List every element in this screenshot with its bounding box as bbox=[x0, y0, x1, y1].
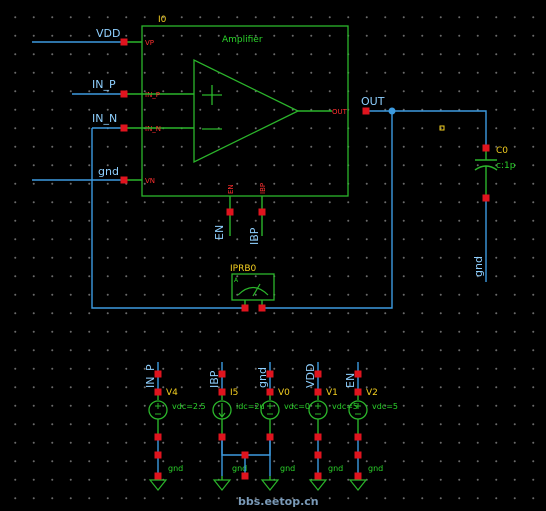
pin-markers bbox=[120, 38, 490, 480]
source-value: vdc=2.5 bbox=[172, 402, 206, 411]
source-name: V4 bbox=[166, 388, 178, 398]
ground-label: gnd bbox=[280, 464, 295, 473]
cap-name: C0 bbox=[496, 146, 508, 156]
ground-label: gnd bbox=[328, 464, 343, 473]
pin-marker bbox=[354, 451, 362, 459]
ground-icon bbox=[308, 479, 328, 491]
pin-marker bbox=[354, 433, 362, 441]
source-name: V2 bbox=[366, 388, 378, 398]
source-name: V1 bbox=[326, 388, 338, 398]
probe-unit: A bbox=[234, 277, 239, 284]
pin-marker bbox=[241, 451, 249, 459]
net-label-vdd: VDD bbox=[96, 27, 120, 40]
pin-label-vp: VP bbox=[145, 39, 154, 47]
pin-label-en: EN bbox=[227, 184, 235, 194]
amplifier-cell-name: Amplifier bbox=[222, 35, 263, 45]
pin-marker bbox=[218, 370, 226, 378]
watermark: bbs.eetop.cn bbox=[238, 495, 319, 508]
source-net-label: gnd bbox=[256, 367, 269, 388]
source-V2[interactable]: ENV2vdc=5gnd bbox=[344, 362, 398, 491]
pin-marker bbox=[354, 370, 362, 378]
feedback-wire-right bbox=[262, 110, 393, 309]
net-label-en: EN bbox=[213, 225, 226, 240]
pin-marker bbox=[154, 370, 162, 378]
pin-marker bbox=[258, 304, 266, 312]
ground-icon bbox=[260, 479, 280, 491]
pin-marker bbox=[314, 472, 322, 480]
probe-dial-arc bbox=[237, 286, 269, 296]
source-name: V0 bbox=[278, 388, 290, 398]
pin-marker bbox=[362, 107, 370, 115]
source-V0[interactable]: gnd V0 vdc=0 gnd bbox=[256, 362, 310, 491]
source-value: vdc=5 bbox=[372, 402, 398, 411]
source-V4[interactable]: IN_PV4vdc=2.5gnd bbox=[144, 362, 206, 491]
amplifier-instance[interactable]: I0 Amplifier VP IN_P IN_N VN OUT EN IBP bbox=[141, 15, 349, 197]
current-probe[interactable]: IPRB0 A bbox=[230, 264, 275, 308]
net-label-ibp: IBP bbox=[248, 227, 261, 245]
net-labels: VDD IN_P IN_N gnd OUT EN IBP gnd bbox=[92, 27, 485, 277]
pin-marker bbox=[354, 388, 362, 396]
junction-dot bbox=[388, 107, 396, 115]
out-to-cap-wire bbox=[392, 110, 487, 148]
pin-marker bbox=[120, 124, 128, 132]
probe-name: IPRB0 bbox=[230, 264, 257, 274]
feedback-wire-left bbox=[91, 128, 245, 309]
pin-label-out: OUT bbox=[332, 108, 348, 116]
net-label-cap-gnd: gnd bbox=[472, 256, 485, 277]
schematic-svg[interactable]: I0 Amplifier VP IN_P IN_N VN OUT EN IBP bbox=[0, 0, 546, 511]
source-value: vdc=5 bbox=[332, 402, 358, 411]
ground-icon bbox=[148, 479, 168, 491]
pin-marker bbox=[120, 38, 128, 46]
pin-marker bbox=[258, 208, 266, 216]
net-label-in-p: IN_P bbox=[92, 78, 116, 91]
pin-marker bbox=[154, 451, 162, 459]
pin-label-ibp: IBP bbox=[259, 183, 267, 194]
opamp-triangle-icon bbox=[193, 58, 300, 164]
pin-label-inn: IN_N bbox=[145, 125, 161, 133]
pin-marker bbox=[154, 388, 162, 396]
pin-marker bbox=[266, 370, 274, 378]
pin-marker bbox=[266, 433, 274, 441]
pin-marker bbox=[354, 472, 362, 480]
load-capacitor[interactable]: C0 c:1p bbox=[439, 125, 516, 198]
source-value: idc=2u bbox=[236, 402, 265, 411]
pin-marker bbox=[120, 176, 128, 184]
pin-marker bbox=[226, 208, 234, 216]
probe-needle bbox=[252, 283, 261, 297]
pin-label-vn: VN bbox=[145, 177, 155, 185]
pin-marker bbox=[482, 194, 490, 202]
source-value: vdc=0 bbox=[284, 402, 310, 411]
pin-marker bbox=[120, 90, 128, 98]
ground-icon bbox=[348, 479, 368, 491]
pin-marker bbox=[154, 433, 162, 441]
pin-marker bbox=[241, 304, 249, 312]
net-label-gnd: gnd bbox=[98, 165, 119, 178]
pin-marker bbox=[218, 388, 226, 396]
pin-label-inp: IN_P bbox=[145, 91, 160, 99]
ground-label: gnd bbox=[168, 464, 183, 473]
ground-icon bbox=[212, 479, 232, 491]
pin-marker bbox=[314, 451, 322, 459]
source-name: I5 bbox=[230, 388, 238, 398]
pin-marker bbox=[314, 388, 322, 396]
pin-marker bbox=[218, 433, 226, 441]
pin-marker bbox=[314, 433, 322, 441]
net-label-out: OUT bbox=[361, 95, 385, 108]
pin-marker bbox=[266, 388, 274, 396]
cap-value: c:1p bbox=[496, 161, 516, 171]
pin-marker bbox=[482, 144, 490, 152]
pin-marker bbox=[241, 472, 249, 480]
ground-label: gnd bbox=[368, 464, 383, 473]
sources-row[interactable]: IN_PV4vdc=2.5gndIBPI5idc=2ugndgndV0vdc=0… bbox=[144, 362, 398, 491]
pin-marker bbox=[314, 370, 322, 378]
net-label-in-n: IN_N bbox=[92, 112, 117, 125]
selection-marker bbox=[439, 125, 445, 131]
instance-name: I0 bbox=[158, 15, 167, 25]
pin-marker bbox=[154, 472, 162, 480]
